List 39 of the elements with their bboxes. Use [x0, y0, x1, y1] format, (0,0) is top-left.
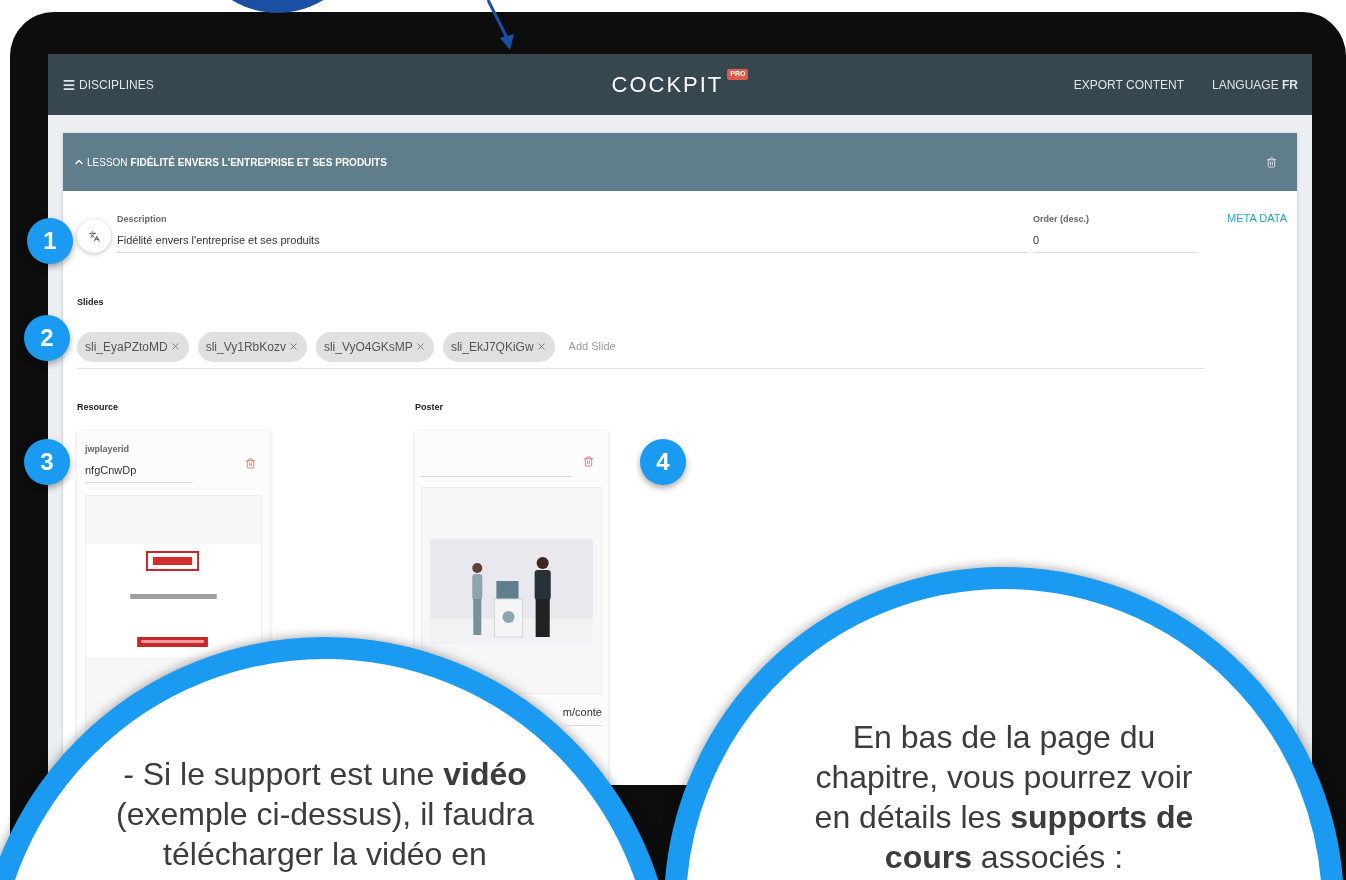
chip-label: sli_VyO4GKsMP — [323, 338, 413, 356]
order-field[interactable]: 0 — [1033, 231, 1198, 248]
trash-icon[interactable] — [245, 457, 256, 469]
remove-icon[interactable] — [287, 341, 299, 352]
callout-text: En bas de la page du chapitre, vous pourrez voir en détails les supports de cours associés : — [814, 718, 1194, 877]
chip-label: sli_EyaPZtoMD — [85, 338, 168, 356]
app-logo[interactable]: COCKPIT — [611, 68, 724, 101]
slides-label: Slides — [77, 296, 105, 309]
remove-icon[interactable] — [535, 341, 547, 352]
lesson-title: FIDÉLITÉ ENVERS L'ENTREPRISE ET SES PRODUITS — [130, 155, 387, 170]
lesson-label: LESSON — [87, 155, 128, 170]
remove-icon[interactable] — [414, 341, 426, 352]
field-label: Order (desc.) — [1033, 213, 1091, 226]
slide-chip[interactable]: sli_EkJ7QKiGw — [442, 331, 555, 362]
callout-text: - Si le support est une vidéo (exemple ci-dessus), il faudra télécharger la vidéo en — [116, 755, 534, 874]
field-label: jwplayerid — [85, 443, 130, 456]
slide-chip[interactable]: sli_Vy1RbKozv — [197, 331, 307, 362]
header-link[interactable]: EXPORT CONTENT — [1073, 75, 1184, 94]
field-label: Description — [117, 213, 168, 226]
poster-label: Poster — [415, 400, 444, 414]
trash-icon[interactable] — [1266, 156, 1277, 168]
trash-icon[interactable] — [583, 455, 594, 467]
slide-chip[interactable]: sli_VyO4GKsMP — [315, 331, 434, 362]
header-link[interactable]: LANGUAGE FR — [1211, 75, 1298, 94]
jwplayer-id-field[interactable]: nfgCnwDp — [85, 461, 193, 478]
remove-icon[interactable] — [169, 341, 181, 352]
slide-chip[interactable]: sli_EyaPZtoMD — [77, 331, 189, 362]
translate-icon — [88, 230, 100, 242]
chip-label: sli_EkJ7QKiGw — [450, 338, 534, 356]
lesson-header[interactable]: LESSON FIDÉLITÉ ENVERS L'ENTREPRISE ET SES PRODUITS — [63, 133, 1297, 191]
disciplines-menu-button[interactable]: DISCIPLINES — [62, 75, 362, 94]
poster-url-field[interactable]: m/conte — [562, 704, 602, 726]
chip-label: sli_Vy1RbKozv — [205, 338, 286, 356]
description-field[interactable]: Fidélité envers l'entreprise et ses produits — [117, 231, 1028, 248]
resource-label: Resource — [77, 400, 120, 414]
pointer-arrow — [484, 0, 516, 50]
add-slide-input[interactable]: Add Slide — [568, 338, 769, 355]
translate-button[interactable] — [77, 219, 111, 253]
menu-icon — [62, 77, 76, 92]
